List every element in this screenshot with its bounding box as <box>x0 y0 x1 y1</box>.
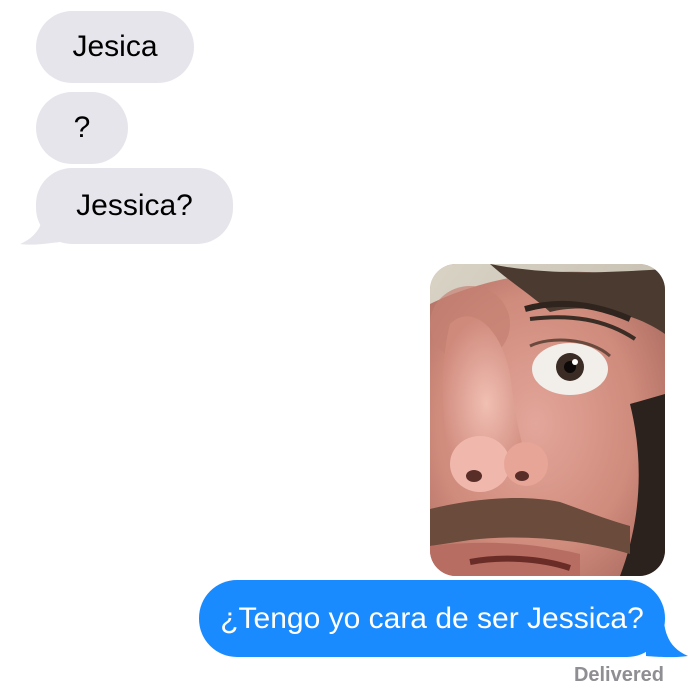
message-text: Jesica <box>72 30 158 63</box>
delivery-status: Delivered <box>573 664 664 686</box>
incoming-message-bubble[interactable]: Jesica <box>36 11 194 83</box>
message-text: ¿Tengo yo cara de ser Jessica? <box>220 601 644 635</box>
message-text: ? <box>73 111 91 144</box>
outgoing-bubble-tail <box>646 622 688 658</box>
message-text: Jessica? <box>76 189 193 222</box>
face-photo-image <box>430 264 665 576</box>
incoming-message-bubble[interactable]: Jessica? <box>36 168 233 244</box>
photo-attachment[interactable] <box>430 264 665 576</box>
outgoing-message-bubble[interactable]: ¿Tengo yo cara de ser Jessica? <box>199 580 665 657</box>
message-thread: Jesica ? Jessica? ¿Tengo yo cara de ser … <box>0 0 700 700</box>
incoming-message-bubble[interactable]: ? <box>36 92 128 164</box>
